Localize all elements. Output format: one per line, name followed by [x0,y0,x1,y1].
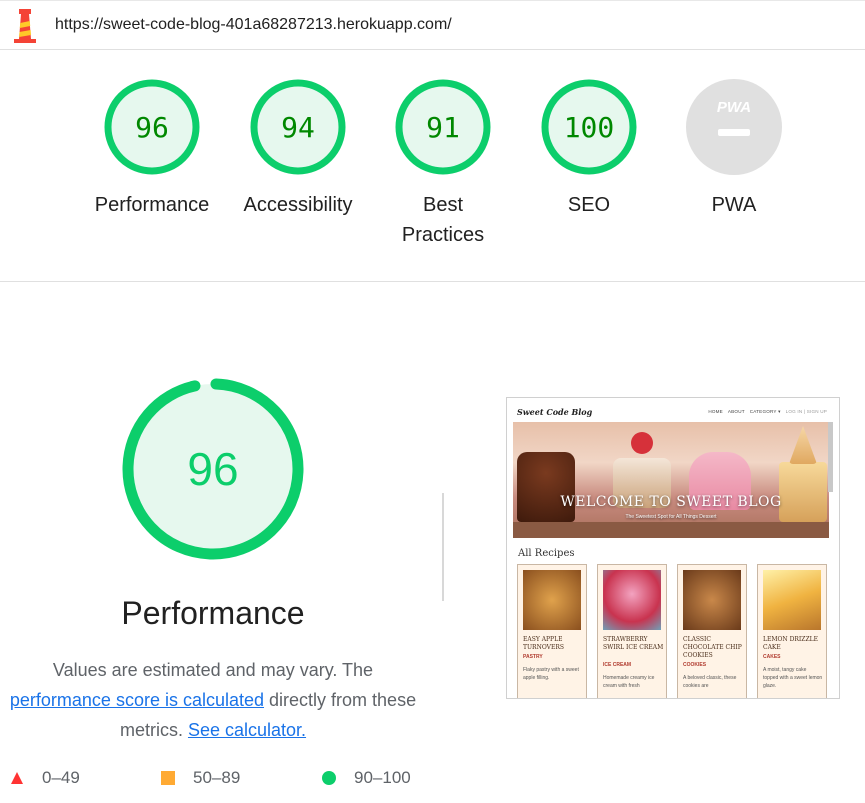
recipe-image [523,570,581,630]
score-value: 91 [426,111,460,144]
recipe-image [763,570,821,630]
recipe-category: CAKES [763,654,781,660]
recipe-blurb: A moist, tangy cake topped with a sweet … [763,667,823,689]
gauge-best-practices[interactable]: 91 Best Practices [383,78,503,250]
recipe-card: EASY APPLE TURNOVERS PASTRY Flaky pastry… [517,564,587,698]
site-navbar: Sweet Code Blog HOME ABOUT CATEGORY ▾ LOG I… [507,398,839,422]
score-gauges: 96 Performance 94 Accessibility 91 Best … [0,50,865,282]
page-url[interactable]: https://sweet-code-blog-401a68287213.her… [55,16,452,34]
gauge-label: Performance [94,194,210,216]
legend-average: 50–89 [161,768,240,788]
performance-gauge: 96 [122,378,304,560]
performance-score: 96 [187,443,238,495]
score-value: 96 [135,111,169,144]
score-ring: 91 [395,79,491,175]
site-brand: Sweet Code Blog [517,407,593,417]
section-heading: All Recipes [518,548,575,559]
nav-category: CATEGORY ▾ [749,409,781,414]
gauge-pwa[interactable]: PWA PWA [674,78,794,220]
nav-home: HOME [708,409,723,414]
page-screenshot[interactable]: Sweet Code Blog HOME ABOUT CATEGORY ▾ LOG I… [506,397,840,699]
recipe-blurb: A beloved classic, these cookies are [683,675,737,689]
pwa-icon: PWA [686,79,782,175]
recipe-name: LEMON DRIZZLE CAKE [763,636,818,651]
recipe-category: PASTRY [523,654,543,660]
scrollbar [828,422,833,492]
gauge-label: Accessibility [243,194,353,216]
performance-title: Performance [121,595,305,631]
score-ring: 96 [104,79,200,175]
score-legend: 0–49 50–89 90–100 [0,768,440,796]
gauge-label: SEO [567,194,611,216]
recipe-category: ICE CREAM [603,662,632,668]
hero-subtitle: The Sweetest Spot for All Things Dessert [625,514,717,520]
recipe-blurb: Homemade creamy ice cream with fresh [603,675,655,689]
score-ring: 94 [250,79,346,175]
recipe-image [683,570,741,630]
recipe-name: STRAWBERRY SWIRL ICE CREAM [603,636,664,651]
desc-text: Values are estimated and may vary. The [52,660,374,680]
see-calculator-link[interactable]: See calculator. [188,720,306,740]
divider [442,493,444,601]
recipe-category: COOKIES [683,662,707,668]
hero-title: WELCOME TO SWEET BLOG [560,494,782,510]
site-nav-links: HOME ABOUT CATEGORY ▾ LOG IN | SIGN UP [703,409,827,415]
triangle-icon [11,772,23,784]
pwa-badge-text: PWA [717,99,751,116]
nav-login: LOG IN | SIGN UP [785,409,827,414]
recipe-name: CLASSIC CHOCOLATE CHIP COOKIES [683,636,742,659]
recipe-blurb: Flaky pastry with a sweet apple filling. [523,667,579,681]
recipe-image [603,570,661,630]
nav-about: ABOUT [727,409,745,414]
performance-description: Values are estimated and may vary. The p… [6,655,420,745]
recipe-name: EASY APPLE TURNOVERS [523,636,564,651]
url-bar: https://sweet-code-blog-401a68287213.her… [0,0,865,50]
gauge-accessibility[interactable]: 94 Accessibility [238,78,358,220]
square-icon [161,771,175,785]
score-calculated-link[interactable]: performance score is calculated [10,690,264,710]
recipe-card: CLASSIC CHOCOLATE CHIP COOKIES COOKIES A… [677,564,747,698]
gauge-label: Best Practices [401,194,485,246]
score-value: 94 [281,111,315,144]
recipe-card: LEMON DRIZZLE CAKE CAKES A moist, tangy … [757,564,827,698]
score-value: 100 [564,111,615,144]
legend-pass: 90–100 [322,768,411,788]
gauge-performance[interactable]: 96 Performance [92,78,212,220]
score-ring: 100 [541,79,637,175]
gauge-label: PWA [711,194,757,216]
circle-icon [322,771,336,785]
recipe-cards: EASY APPLE TURNOVERS PASTRY Flaky pastry… [517,564,829,698]
gauge-seo[interactable]: 100 SEO [529,78,649,220]
legend-fail: 0–49 [10,768,80,788]
lighthouse-icon [14,9,36,43]
hero-banner: WELCOME TO SWEET BLOG The Sweetest Spot … [513,422,829,538]
recipe-card: STRAWBERRY SWIRL ICE CREAM ICE CREAM Hom… [597,564,667,698]
